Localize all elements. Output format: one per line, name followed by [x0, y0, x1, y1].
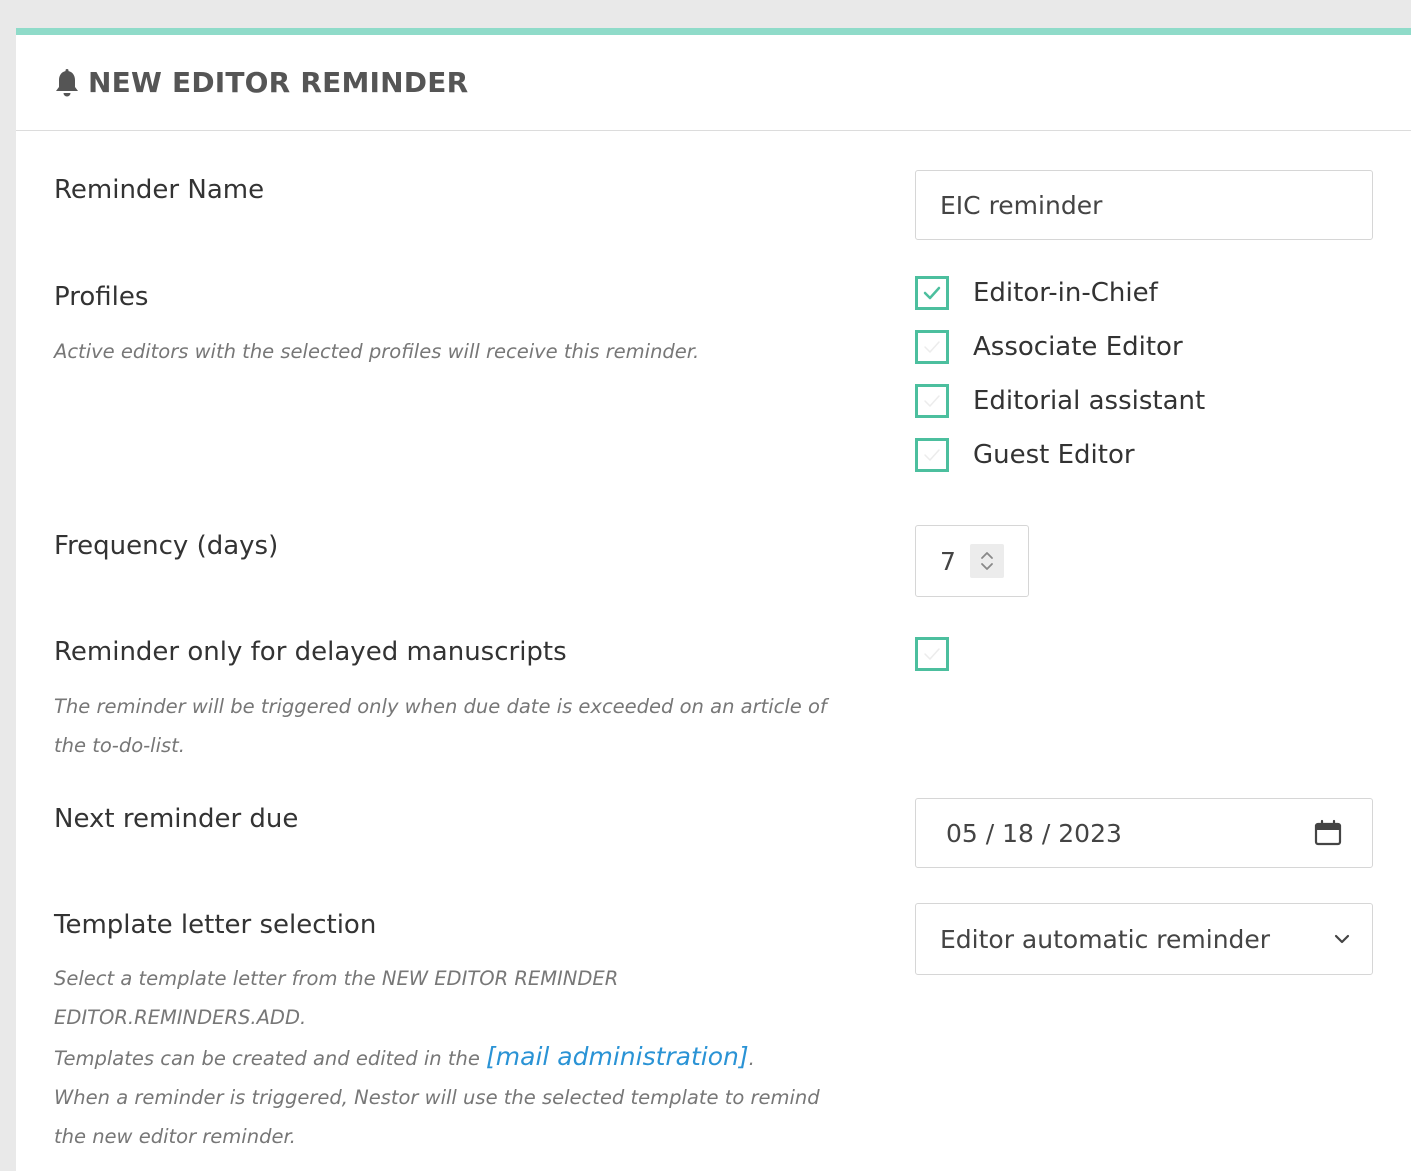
template-select[interactable]: Editor automatic reminder — [915, 903, 1373, 975]
reminder-name-input[interactable]: EIC reminder — [915, 170, 1373, 240]
profile-option-guest-editor[interactable]: Guest Editor — [915, 428, 1205, 482]
template-help: Select a template letter from the NEW ED… — [54, 959, 874, 1156]
template-help-line: EDITOR.REMINDERS.ADD. — [54, 1006, 307, 1029]
checkbox-checked[interactable] — [915, 276, 949, 310]
reminder-name-label: Reminder Name — [54, 175, 265, 205]
delayed-help-line: The reminder will be triggered only when… — [54, 695, 827, 718]
template-help-suffix: . — [748, 1047, 755, 1070]
profile-option-editor-in-chief[interactable]: Editor-in-Chief — [915, 266, 1205, 320]
template-help-line: Select a template letter from the NEW ED… — [54, 967, 619, 990]
delayed-help-line: the to-do-list. — [54, 734, 185, 757]
checkmark-faint-icon — [924, 395, 940, 407]
reminder-panel: NEW EDITOR REMINDER Reminder Name EIC re… — [16, 28, 1411, 1171]
profiles-checkbox-group: Editor-in-Chief Associate Editor Editori… — [915, 266, 1205, 482]
calendar-icon[interactable] — [1314, 819, 1342, 847]
next-due-label: Next reminder due — [54, 804, 299, 834]
template-selected-value: Editor automatic reminder — [940, 924, 1271, 954]
template-help-line: When a reminder is triggered, Nestor wil… — [54, 1086, 820, 1109]
checkmark-faint-icon — [924, 449, 940, 461]
frequency-value: 7 — [940, 546, 956, 576]
checkbox-unchecked[interactable] — [915, 438, 949, 472]
profiles-help: Active editors with the selected profile… — [54, 332, 874, 371]
frequency-stepper[interactable]: 7 — [915, 525, 1029, 597]
checkmark-faint-icon — [924, 648, 940, 660]
checkmark-icon — [923, 286, 941, 300]
checkmark-faint-icon — [924, 341, 940, 353]
delayed-label: Reminder only for delayed manuscripts — [54, 637, 567, 667]
delayed-checkbox-wrapper — [915, 630, 949, 678]
profile-option-label: Guest Editor — [973, 440, 1135, 470]
bell-icon — [56, 68, 78, 96]
reminder-name-value: EIC reminder — [940, 190, 1103, 220]
template-help-prefix: Templates can be created and edited in t… — [54, 1047, 487, 1070]
panel-header: NEW EDITOR REMINDER — [16, 35, 1411, 131]
delayed-help: The reminder will be triggered only when… — [54, 687, 874, 765]
profile-option-associate-editor[interactable]: Associate Editor — [915, 320, 1205, 374]
profiles-label: Profiles — [54, 282, 149, 312]
profile-option-editorial-assistant[interactable]: Editorial assistant — [915, 374, 1205, 428]
profile-option-label: Associate Editor — [973, 332, 1183, 362]
chevron-down-icon — [1334, 934, 1350, 944]
delayed-checkbox[interactable] — [915, 637, 949, 671]
profile-option-label: Editor-in-Chief — [973, 278, 1158, 308]
spin-arrows-icon — [981, 552, 993, 570]
next-due-date-input[interactable]: 05 / 18 / 2023 — [915, 798, 1373, 868]
template-help-line-with-link: Templates can be created and edited in t… — [54, 1037, 874, 1078]
profile-option-label: Editorial assistant — [973, 386, 1206, 416]
mail-administration-link[interactable]: [mail administration] — [486, 1042, 749, 1071]
page-title: NEW EDITOR REMINDER — [88, 66, 469, 99]
checkbox-unchecked[interactable] — [915, 384, 949, 418]
template-help-line: the new editor reminder. — [54, 1125, 296, 1148]
checkbox-unchecked[interactable] — [915, 330, 949, 364]
next-due-value: 05 / 18 / 2023 — [946, 818, 1122, 848]
template-label: Template letter selection — [54, 910, 377, 940]
frequency-label: Frequency (days) — [54, 531, 279, 561]
spin-buttons[interactable] — [969, 544, 1004, 578]
delayed-option[interactable] — [915, 630, 949, 678]
profiles-help-text: Active editors with the selected profile… — [54, 340, 700, 363]
